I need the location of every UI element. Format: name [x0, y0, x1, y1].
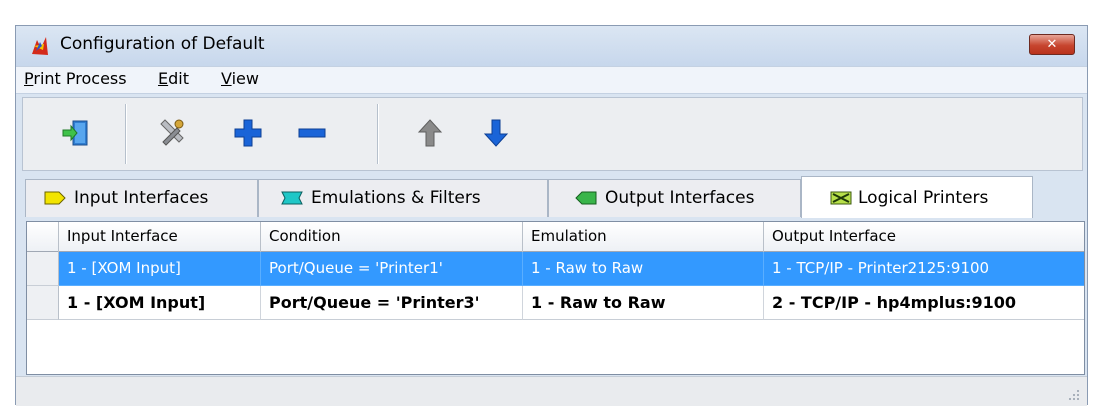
title-bar[interactable]: Configuration of Default ✕	[16, 26, 1087, 66]
logical-printer-icon	[830, 191, 852, 205]
close-button[interactable]: ✕	[1029, 34, 1075, 55]
tab-output-interfaces[interactable]: Output Interfaces	[548, 179, 801, 217]
wrench-icon	[160, 119, 184, 146]
menu-bar: Print Process Edit View	[16, 66, 1087, 94]
table-cell: 1 - [XOM Input]	[59, 252, 261, 286]
tab-logical-printers[interactable]: Logical Printers	[801, 176, 1033, 218]
table-header: Input Interface Condition Emulation Outp…	[27, 222, 1084, 252]
column-header[interactable]: Emulation	[523, 222, 764, 252]
arrow-down-icon	[483, 119, 509, 147]
column-header[interactable]: Output Interface	[764, 222, 1084, 252]
column-header[interactable]: Condition	[261, 222, 523, 252]
tab-label: Logical Printers	[858, 188, 989, 208]
input-interface-icon	[44, 191, 66, 205]
row-header[interactable]	[27, 252, 59, 286]
row-header[interactable]	[27, 286, 59, 320]
plus-icon	[234, 119, 262, 147]
toolbar-separator	[377, 104, 379, 164]
table-cell: Port/Queue = 'Printer1'	[261, 252, 523, 286]
configuration-window: Configuration of Default ✕ Print Process…	[15, 25, 1088, 406]
table-cell: Port/Queue = 'Printer3'	[261, 286, 523, 320]
tab-label: Emulations & Filters	[311, 188, 481, 208]
logical-printers-table: Input Interface Condition Emulation Outp…	[26, 221, 1085, 375]
close-icon: ✕	[1046, 37, 1058, 52]
toolbar	[22, 97, 1083, 171]
table-cell: 1 - Raw to Raw	[523, 252, 764, 286]
status-bar	[16, 376, 1087, 406]
tab-emulations-filters[interactable]: Emulations & Filters	[258, 179, 548, 217]
minus-icon	[298, 128, 326, 138]
tab-label: Output Interfaces	[605, 188, 755, 208]
table-cell: 1 - [XOM Input]	[59, 286, 261, 320]
table-row[interactable]: 1 - [XOM Input] Port/Queue = 'Printer3' …	[27, 286, 1084, 320]
remove-button[interactable]	[295, 116, 329, 150]
add-button[interactable]	[231, 116, 265, 150]
table-cell: 2 - TCP/IP - hp4mplus:9100	[764, 286, 1084, 320]
exit-button[interactable]	[59, 116, 93, 150]
tab-input-interfaces[interactable]: Input Interfaces	[25, 179, 258, 217]
menu-view[interactable]: View	[221, 69, 259, 88]
menu-edit[interactable]: Edit	[158, 69, 189, 88]
table-cell: 1 - TCP/IP - Printer2125:9100	[764, 252, 1084, 286]
tab-label: Input Interfaces	[74, 188, 209, 208]
move-down-button[interactable]	[479, 116, 513, 150]
resize-grip-icon[interactable]	[1067, 388, 1081, 402]
column-header[interactable]: Input Interface	[59, 222, 261, 252]
menu-print-process[interactable]: Print Process	[24, 69, 127, 88]
window-title: Configuration of Default	[60, 34, 265, 54]
emulation-icon	[281, 191, 303, 205]
row-header-corner	[27, 222, 59, 252]
table-row[interactable]: 1 - [XOM Input] Port/Queue = 'Printer1' …	[27, 252, 1084, 286]
table-cell: 1 - Raw to Raw	[523, 286, 764, 320]
properties-button[interactable]	[155, 116, 189, 150]
toolbar-separator	[125, 104, 127, 164]
output-interface-icon	[575, 191, 597, 205]
move-up-button[interactable]	[413, 116, 447, 150]
arrow-up-icon	[417, 119, 443, 147]
tab-bar: Input Interfaces Emulations & Filters Ou…	[23, 176, 1082, 218]
app-icon	[32, 37, 48, 55]
exit-icon	[62, 120, 88, 146]
